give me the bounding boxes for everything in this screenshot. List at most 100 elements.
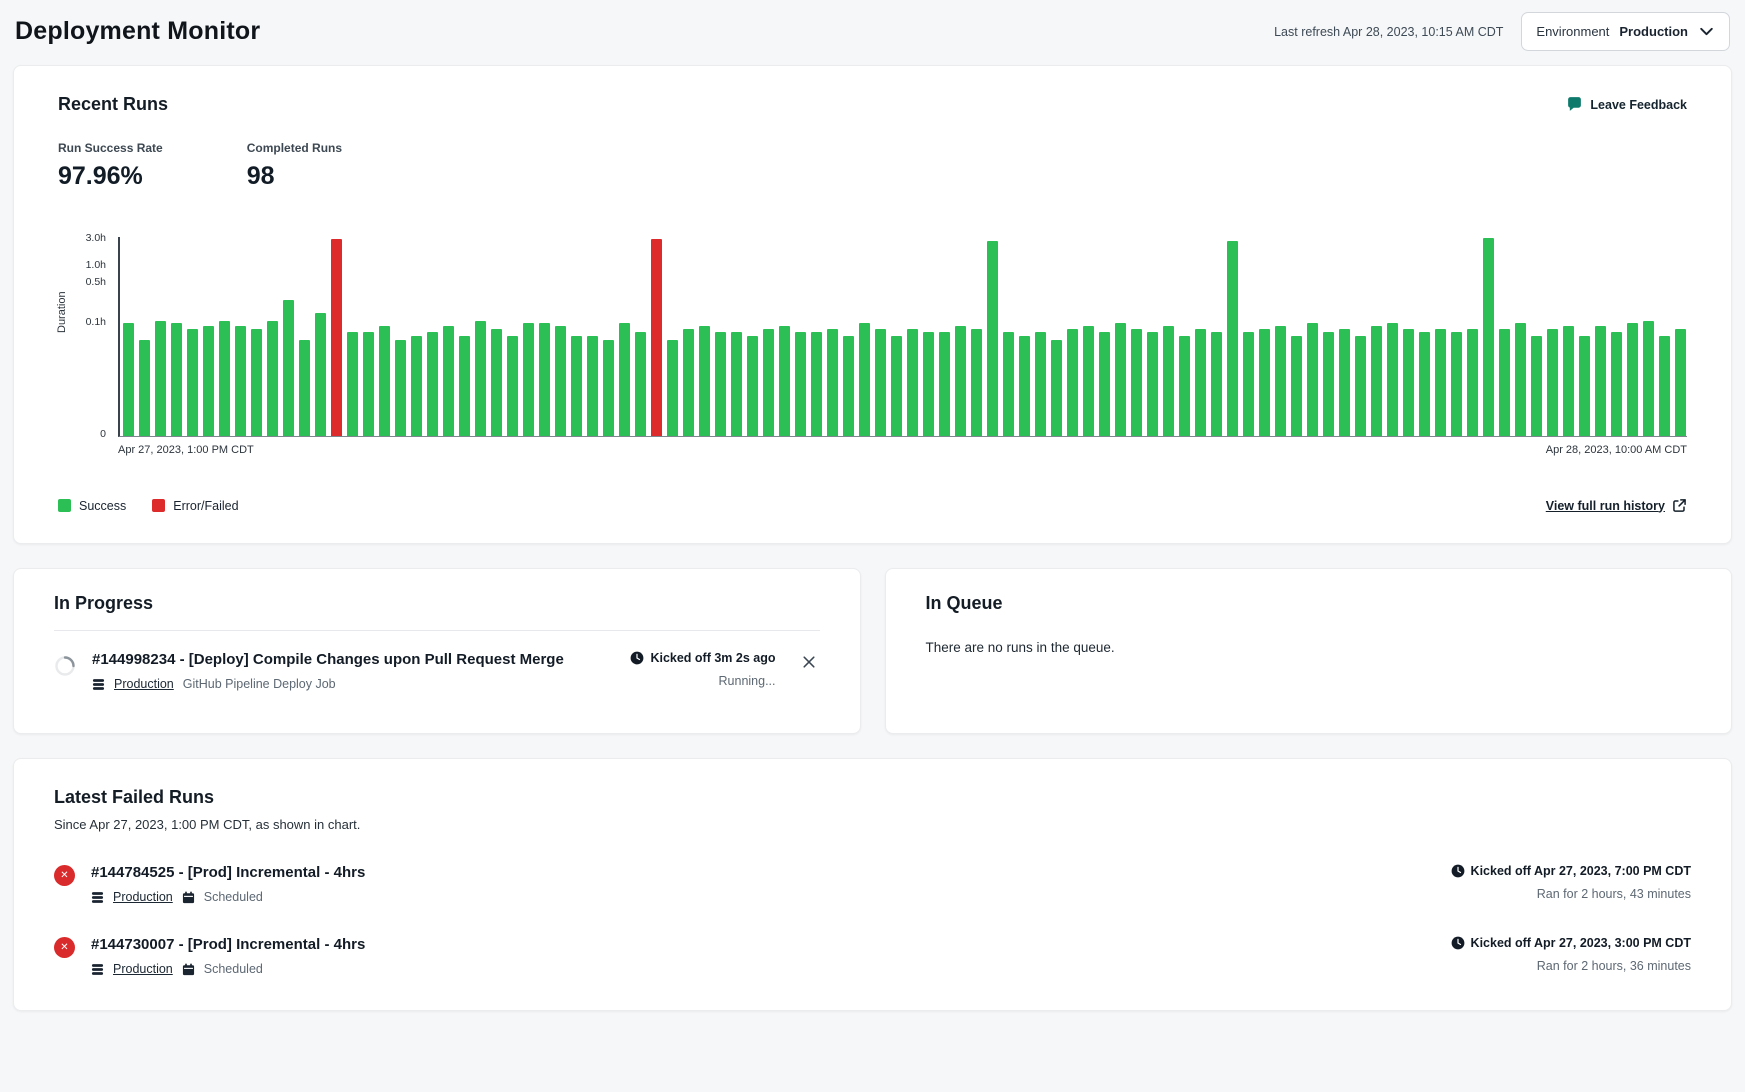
run-bar-success[interactable] — [907, 329, 918, 437]
run-bar-success[interactable] — [1531, 336, 1542, 436]
run-bar-success[interactable] — [267, 321, 278, 436]
run-bar-success[interactable] — [363, 332, 374, 436]
run-bar-success[interactable] — [667, 340, 678, 436]
run-bar-success[interactable] — [875, 329, 886, 437]
run-bar-success[interactable] — [1147, 332, 1158, 436]
run-bar-success[interactable] — [347, 332, 358, 436]
run-bar-success[interactable] — [1419, 332, 1430, 436]
run-bar-success[interactable] — [1115, 323, 1126, 436]
run-bar-success[interactable] — [795, 332, 806, 436]
run-bar-success[interactable] — [1051, 340, 1062, 436]
run-bar-success[interactable] — [971, 329, 982, 437]
run-bar-success[interactable] — [1659, 336, 1670, 436]
run-bar-success[interactable] — [1563, 326, 1574, 436]
run-bar-success[interactable] — [123, 323, 134, 436]
run-bar-success[interactable] — [1467, 329, 1478, 437]
run-bar-success[interactable] — [1339, 329, 1350, 437]
run-bar-success[interactable] — [411, 336, 422, 436]
run-bar-success[interactable] — [1259, 329, 1270, 437]
dismiss-run-button[interactable] — [798, 651, 820, 673]
run-bar-success[interactable] — [891, 336, 902, 436]
run-bar-success[interactable] — [763, 329, 774, 437]
run-bar-error[interactable] — [331, 239, 342, 436]
run-bar-success[interactable] — [747, 336, 758, 436]
run-bar-success[interactable] — [1195, 329, 1206, 437]
run-bar-success[interactable] — [923, 332, 934, 436]
run-bar-success[interactable] — [1291, 336, 1302, 436]
run-bar-success[interactable] — [1163, 326, 1174, 436]
run-bar-success[interactable] — [1595, 326, 1606, 436]
run-bar-success[interactable] — [1307, 323, 1318, 436]
run-bar-success[interactable] — [1451, 332, 1462, 436]
run-bar-success[interactable] — [1227, 241, 1238, 436]
run-bar-success[interactable] — [1355, 336, 1366, 436]
view-run-history-link[interactable]: View full run history — [1546, 498, 1687, 513]
run-bar-success[interactable] — [1243, 332, 1254, 436]
run-bar-success[interactable] — [939, 332, 950, 436]
run-bar-success[interactable] — [203, 326, 214, 436]
run-bar-success[interactable] — [1323, 332, 1334, 436]
run-bar-success[interactable] — [587, 336, 598, 436]
run-bar-success[interactable] — [187, 329, 198, 437]
run-bar-success[interactable] — [539, 323, 550, 436]
run-bar-success[interactable] — [955, 326, 966, 436]
run-bar-success[interactable] — [443, 326, 454, 436]
run-bar-success[interactable] — [251, 329, 262, 437]
run-bar-success[interactable] — [491, 329, 502, 437]
run-bar-success[interactable] — [507, 336, 518, 436]
run-bar-success[interactable] — [699, 326, 710, 436]
run-bar-success[interactable] — [1099, 332, 1110, 436]
run-bar-success[interactable] — [635, 332, 646, 436]
run-bar-success[interactable] — [379, 326, 390, 436]
run-bar-success[interactable] — [235, 326, 246, 436]
run-bar-success[interactable] — [1403, 329, 1414, 437]
run-bar-success[interactable] — [1131, 329, 1142, 437]
leave-feedback-link[interactable]: Leave Feedback — [1566, 96, 1687, 113]
environment-select[interactable]: Environment Production — [1521, 12, 1730, 51]
run-bar-success[interactable] — [843, 336, 854, 436]
run-bar-success[interactable] — [1515, 323, 1526, 436]
run-bar-success[interactable] — [299, 340, 310, 436]
run-bar-success[interactable] — [555, 326, 566, 436]
run-bar-success[interactable] — [139, 340, 150, 436]
run-bar-success[interactable] — [1611, 332, 1622, 436]
run-bar-success[interactable] — [523, 323, 534, 436]
environment-link[interactable]: Production — [114, 677, 174, 691]
run-bar-success[interactable] — [1435, 329, 1446, 437]
run-bar-success[interactable] — [1483, 238, 1494, 436]
run-bar-success[interactable] — [1627, 323, 1638, 436]
environment-link[interactable]: Production — [113, 890, 173, 904]
run-bar-success[interactable] — [315, 313, 326, 436]
run-bar-success[interactable] — [731, 332, 742, 436]
run-bar-success[interactable] — [1499, 329, 1510, 437]
run-bar-success[interactable] — [1083, 326, 1094, 436]
run-bar-success[interactable] — [1035, 332, 1046, 436]
run-bar-success[interactable] — [427, 332, 438, 436]
run-bar-success[interactable] — [779, 326, 790, 436]
run-bar-success[interactable] — [1019, 336, 1030, 436]
run-bar-success[interactable] — [395, 340, 406, 436]
run-bar-success[interactable] — [603, 340, 614, 436]
run-bar-success[interactable] — [683, 329, 694, 437]
run-bar-success[interactable] — [827, 329, 838, 437]
run-bar-success[interactable] — [715, 332, 726, 436]
run-bar-success[interactable] — [1675, 329, 1686, 437]
run-bar-success[interactable] — [1275, 326, 1286, 436]
run-bar-success[interactable] — [1387, 323, 1398, 436]
run-bar-success[interactable] — [1547, 329, 1558, 437]
run-bar-success[interactable] — [475, 321, 486, 436]
run-bar-success[interactable] — [171, 323, 182, 436]
run-bar-success[interactable] — [459, 336, 470, 436]
run-bar-success[interactable] — [1371, 326, 1382, 436]
run-bar-success[interactable] — [1067, 329, 1078, 437]
run-bar-success[interactable] — [619, 323, 630, 436]
run-bar-success[interactable] — [1643, 321, 1654, 436]
run-bar-success[interactable] — [1003, 332, 1014, 436]
run-bar-success[interactable] — [811, 332, 822, 436]
run-bar-success[interactable] — [1579, 336, 1590, 436]
environment-link[interactable]: Production — [113, 962, 173, 976]
run-bar-success[interactable] — [1211, 332, 1222, 436]
run-bar-success[interactable] — [571, 336, 582, 436]
run-bar-success[interactable] — [283, 300, 294, 436]
run-bar-success[interactable] — [155, 321, 166, 436]
